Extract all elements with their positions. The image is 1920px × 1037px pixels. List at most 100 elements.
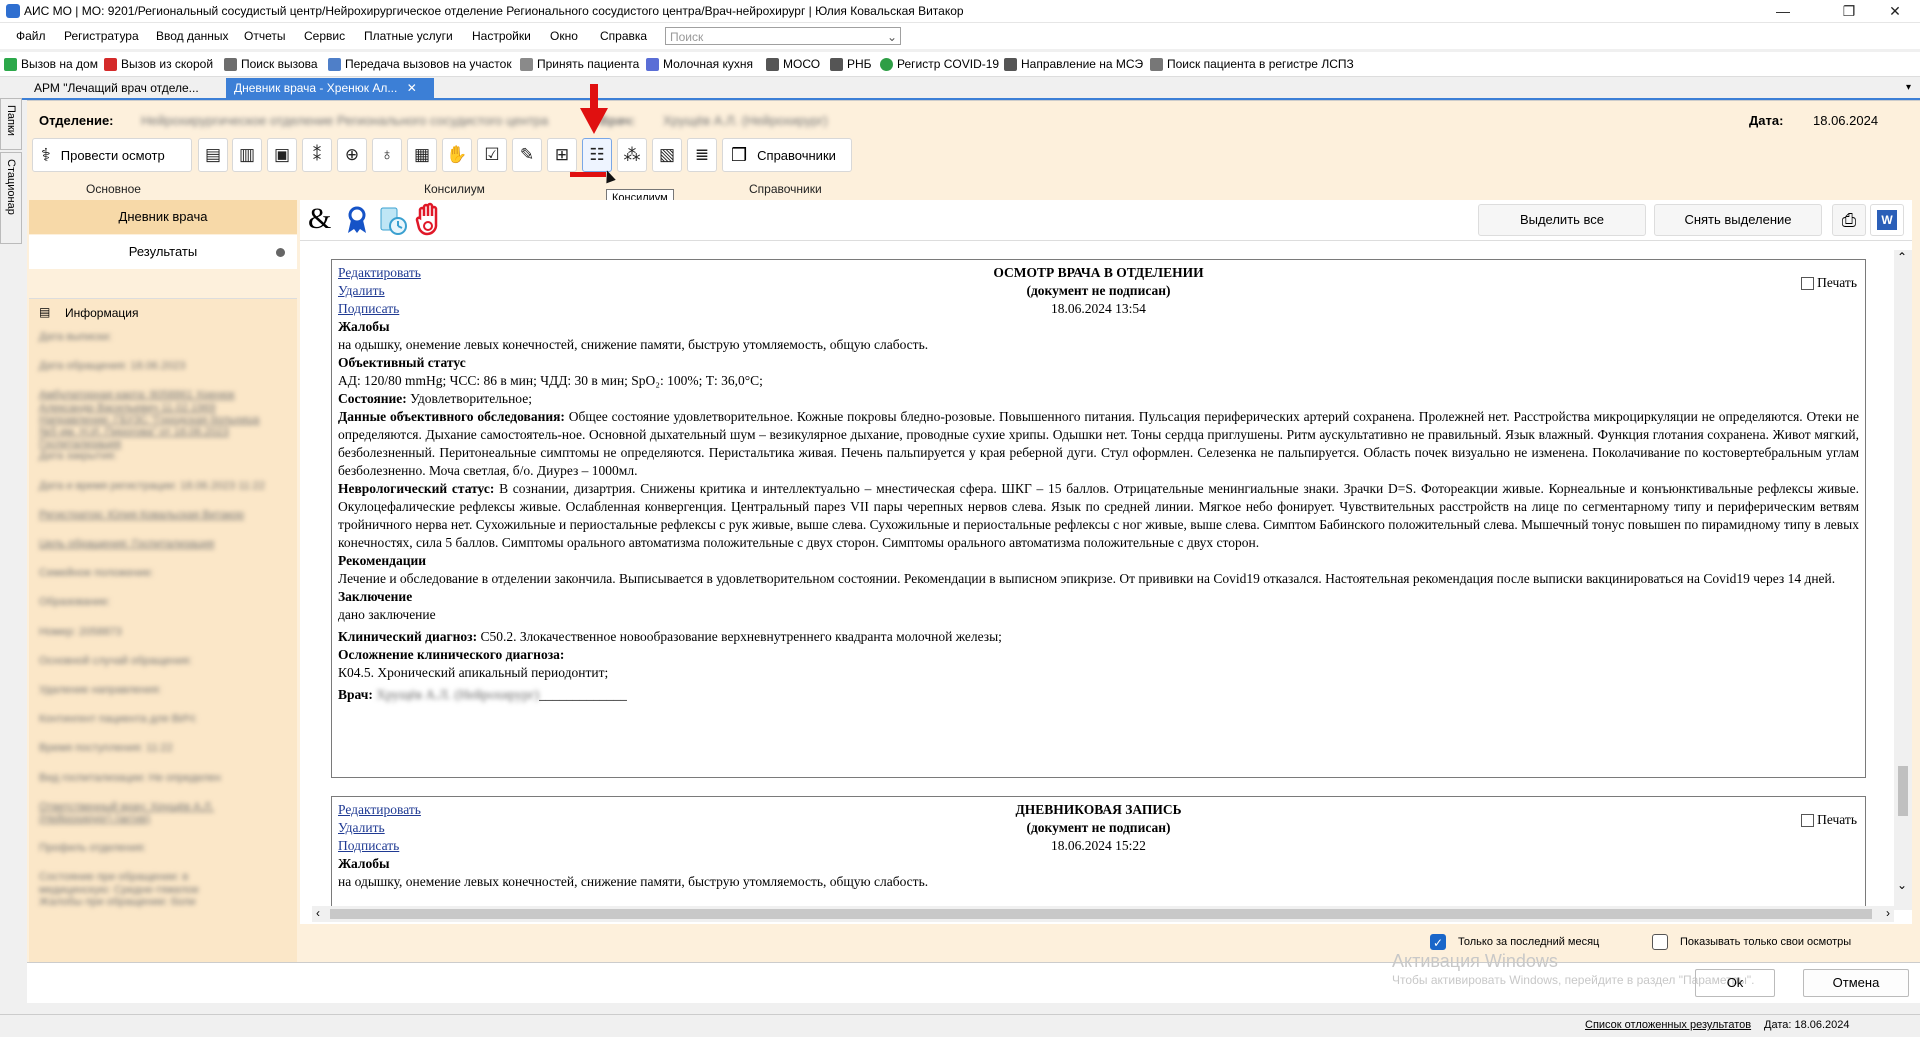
- ribbon-btn-6[interactable]: ♁: [372, 138, 402, 172]
- deferred-results-link[interactable]: Список отложенных результатов: [1585, 1019, 1751, 1031]
- ribbon-btn-5[interactable]: ⊕: [337, 138, 367, 172]
- chevron-down-icon[interactable]: ⌄: [887, 28, 897, 46]
- select-all-button[interactable]: Выделить все: [1478, 204, 1646, 236]
- scroll-thumb[interactable]: [1898, 766, 1908, 816]
- conduct-exam-button[interactable]: ⚕ Провести осмотр: [32, 138, 192, 172]
- scroll-up-icon[interactable]: ⌃: [1897, 250, 1907, 264]
- checkbox-box[interactable]: [1801, 813, 1815, 827]
- scroll-right-icon[interactable]: ›: [1886, 906, 1890, 920]
- ribbon-btn-3[interactable]: ▣: [267, 138, 297, 172]
- horizontal-scrollbar[interactable]: ‹ ›: [312, 906, 1894, 922]
- ribbon-btn-8[interactable]: ✋: [442, 138, 472, 172]
- complaints-text: на одышку, онемение левых конечностей, с…: [338, 874, 929, 889]
- complication-label: Осложнение клинического диагноза:: [338, 647, 565, 662]
- search-input[interactable]: Поиск ⌄: [665, 27, 901, 45]
- add-document-icon: ⊞: [554, 145, 570, 164]
- quick-search-call[interactable]: Поиск вызова: [224, 56, 318, 72]
- filter-bar: ✓ Только за последний месяц Показывать то…: [300, 924, 1912, 960]
- last-month-checkbox[interactable]: ✓ Только за последний месяц: [1430, 934, 1599, 950]
- quick-milk-kitchen[interactable]: Молочная кухня: [646, 56, 753, 72]
- menu-settings[interactable]: Настройки: [472, 29, 531, 43]
- printer-icon[interactable]: ⎙: [1832, 204, 1866, 236]
- ribbon-btn-9[interactable]: ☑: [477, 138, 507, 172]
- quick-home-call[interactable]: Вызов на дом: [4, 56, 98, 72]
- scroll-left-icon[interactable]: ‹: [316, 906, 320, 920]
- house-icon: [4, 57, 17, 71]
- side-tab-hospital[interactable]: Стационар: [0, 152, 22, 244]
- edit-link[interactable]: Редактировать: [338, 802, 421, 817]
- info-line: Удаление направления:: [39, 684, 162, 697]
- ribbon-btn-14[interactable]: ▧: [652, 138, 682, 172]
- quick-rnb[interactable]: РНБ: [830, 56, 872, 72]
- quick-transfer-calls[interactable]: Передача вызовов на участок: [328, 56, 512, 72]
- menu-file[interactable]: Файл: [16, 29, 46, 43]
- menu-reports[interactable]: Отчеты: [244, 29, 285, 43]
- registry-search-icon: [1150, 57, 1163, 71]
- deselect-button[interactable]: Снять выделение: [1654, 204, 1822, 236]
- menu-service[interactable]: Сервис: [304, 29, 345, 43]
- word-export-button[interactable]: W: [1870, 204, 1904, 236]
- menu-paid-services[interactable]: Платные услуги: [364, 29, 453, 43]
- menu-window[interactable]: Окно: [550, 29, 578, 43]
- vertical-scrollbar[interactable]: ⌃ ⌄: [1894, 250, 1912, 910]
- conclusion-title: Заключение: [338, 589, 413, 604]
- quick-ambulance-call[interactable]: Вызов из скорой: [104, 56, 213, 72]
- ampersand-icon[interactable]: &: [308, 202, 331, 236]
- quick-covid-registry[interactable]: Регистр COVID-19: [880, 56, 999, 72]
- ribbon-btn-13[interactable]: ⁂: [617, 138, 647, 172]
- quick-accept-patient[interactable]: Принять пациента: [520, 56, 639, 72]
- ribbon-btn-2[interactable]: ▥: [232, 138, 262, 172]
- info-line: Направление: ГБУЗС "Городская больница: [39, 413, 260, 426]
- menu-data-input[interactable]: Ввод данных: [156, 29, 229, 43]
- sign-link[interactable]: Подписать: [338, 838, 399, 853]
- tab-doctor-diary[interactable]: Дневник врача - Хренюк Ал... ✕: [226, 78, 434, 98]
- sidebar-item-diary[interactable]: Дневник врача: [29, 200, 297, 234]
- sign-link[interactable]: Подписать: [338, 301, 399, 316]
- stop-hand-icon[interactable]: [414, 202, 444, 238]
- minimize-button[interactable]: —: [1760, 0, 1806, 22]
- scroll-thumb[interactable]: [330, 909, 1872, 919]
- checkbox-box[interactable]: [1801, 276, 1815, 290]
- tabs-dropdown-icon[interactable]: ▾: [1898, 78, 1919, 98]
- close-window-button[interactable]: ✕: [1872, 0, 1918, 22]
- ribbon-btn-10[interactable]: ✎: [512, 138, 542, 172]
- edit-link[interactable]: Редактировать: [338, 265, 421, 280]
- document-clock-icon[interactable]: [378, 206, 408, 236]
- print-checkbox[interactable]: Печать: [1801, 274, 1857, 292]
- cancel-button[interactable]: Отмена: [1803, 969, 1909, 997]
- ribbon-btn-11[interactable]: ⊞: [547, 138, 577, 172]
- ribbon-btn-15[interactable]: ≣: [687, 138, 717, 172]
- ribbon-toolbar: ⚕ Провести осмотр ▤ ▥ ▣ ⁑ ⊕ ♁ ▦ ✋ ☑ ✎ ⊞ ☷…: [27, 138, 857, 174]
- delete-link[interactable]: Удалить: [338, 283, 385, 298]
- scroll-down-icon[interactable]: ⌄: [1897, 878, 1907, 892]
- only-mine-checkbox[interactable]: Показывать только свои осмотры: [1652, 934, 1851, 950]
- reference-books-button[interactable]: ❒ Справочники: [722, 138, 852, 172]
- quick-lspz-search[interactable]: Поиск пациента в регистре ЛСПЗ: [1150, 56, 1354, 72]
- award-ribbon-icon[interactable]: [346, 206, 368, 234]
- quick-moso[interactable]: МОСО: [766, 56, 820, 72]
- ribbon-btn-7[interactable]: ▦: [407, 138, 437, 172]
- maximize-button[interactable]: ❐: [1826, 0, 1872, 22]
- quick-toolbar: Вызов на дом Вызов из скорой Поиск вызов…: [0, 52, 1920, 77]
- left-sidebar: Дневник врача Результаты ▤ Информация Да…: [27, 200, 297, 963]
- close-tab-icon[interactable]: ✕: [407, 81, 417, 95]
- menu-help[interactable]: Справка: [600, 29, 647, 43]
- menu-registry[interactable]: Регистратура: [64, 29, 139, 43]
- ribbon-btn-1[interactable]: ▤: [198, 138, 228, 172]
- annotation-underline: [570, 172, 606, 177]
- search-document-icon: ⊕: [344, 145, 360, 164]
- quick-mse-referral[interactable]: Направление на МСЭ: [1004, 56, 1143, 72]
- check-icon[interactable]: ✓: [1430, 934, 1446, 950]
- sidebar-item-results[interactable]: Результаты: [29, 235, 297, 269]
- info-line: Александр Васильевич 11.02.1969: [39, 401, 216, 414]
- delete-link[interactable]: Удалить: [338, 820, 385, 835]
- print-checkbox[interactable]: Печать: [1801, 811, 1857, 829]
- council-button[interactable]: ☷: [582, 138, 612, 172]
- ok-button[interactable]: Ok: [1695, 969, 1775, 997]
- ribbon-btn-4[interactable]: ⁑: [302, 138, 332, 172]
- checkbox-box[interactable]: [1652, 934, 1668, 950]
- side-tab-folders[interactable]: Папки: [0, 98, 22, 150]
- info-line: Дата выписки:: [39, 331, 112, 343]
- app-icon: [6, 4, 20, 18]
- tab-arm-doctor[interactable]: АРМ "Лечащий врач отделе...: [26, 78, 232, 98]
